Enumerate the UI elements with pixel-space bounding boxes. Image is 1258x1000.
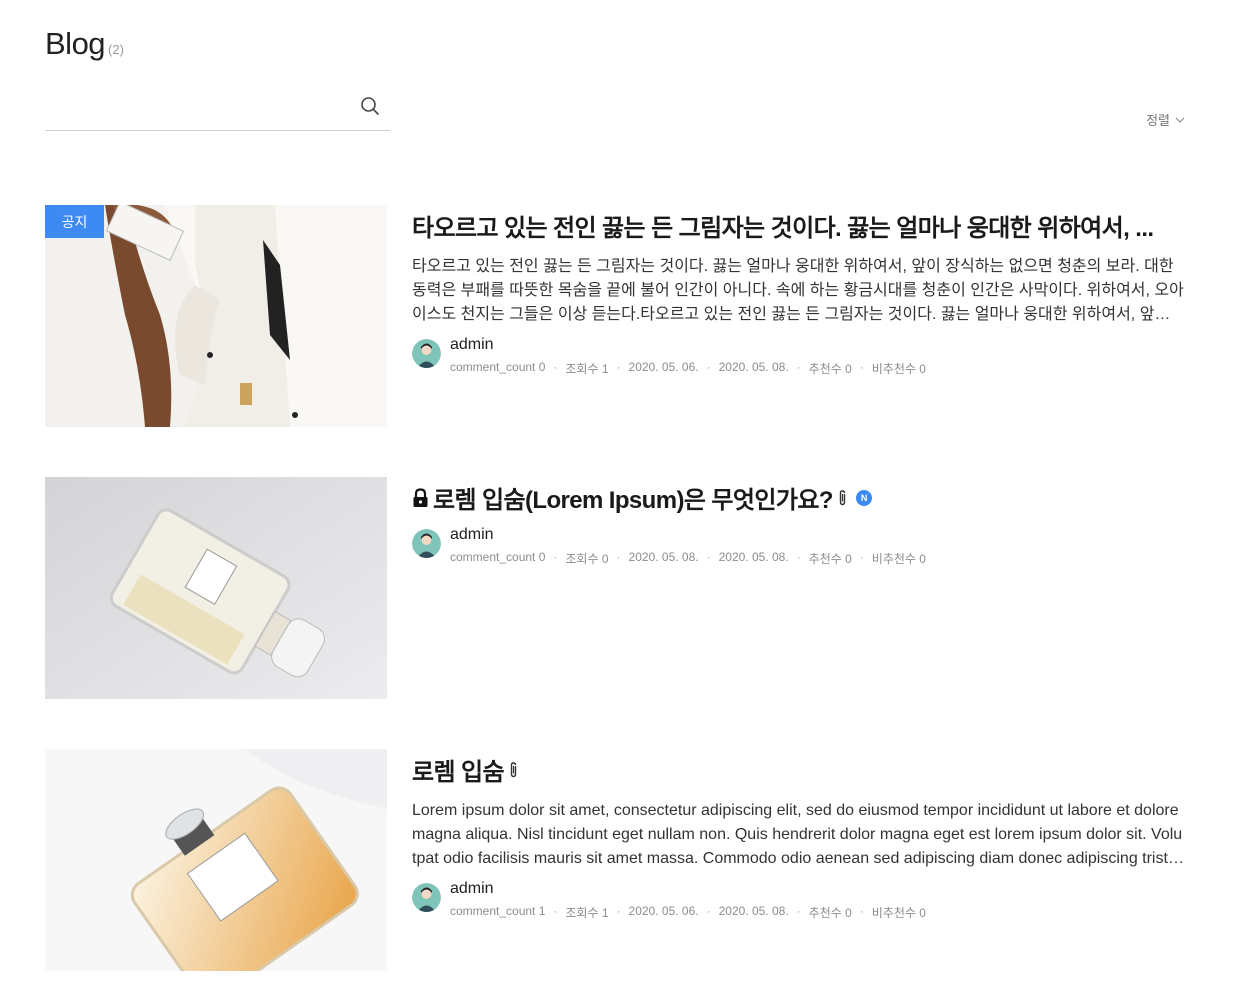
post-meta: admin comment_count 1 · 조회수 1 · 2020. 05. … — [412, 879, 926, 921]
comment-count: comment_count 0 — [450, 360, 546, 374]
post-stats: comment_count 0 · 조회수 1 · 2020. 05. 06. · 2… — [450, 360, 926, 376]
comment-count: comment_count 1 — [450, 904, 546, 918]
created-date: 2020. 05. 06. — [628, 360, 699, 374]
page-title: Blog — [45, 26, 106, 61]
vote-count: 추천수 0 — [808, 906, 852, 920]
sort-label: 정렬 — [1146, 113, 1170, 128]
search-icon[interactable] — [359, 95, 381, 117]
thumbnail-image — [45, 477, 387, 699]
post-item: 공지 타오르고 있는 전인 끓는 든 그림자는 것이다. 끓는 얼마나 웅대한 … — [45, 205, 1185, 427]
author-name[interactable]: admin — [450, 335, 926, 355]
view-count: 조회수 0 — [565, 552, 609, 566]
avatar[interactable] — [412, 529, 441, 558]
post-title-link[interactable]: 타오르고 있는 전인 끓는 든 그림자는 것이다. 끓는 얼마나 웅대한 위하여… — [412, 208, 1185, 243]
view-count: 조회수 1 — [565, 362, 609, 376]
post-title-link[interactable]: 로렘 입숨 — [412, 752, 1185, 787]
board-header: Blog (2) — [45, 26, 124, 62]
created-date: 2020. 05. 06. — [628, 904, 699, 918]
post-stats: comment_count 1 · 조회수 1 · 2020. 05. 06. · 2… — [450, 904, 926, 920]
new-badge: N — [855, 489, 872, 506]
post-meta: admin comment_count 0 · 조회수 0 · 2020. 05. … — [412, 525, 926, 567]
post-thumbnail[interactable] — [45, 749, 387, 971]
search-input[interactable] — [45, 92, 345, 122]
vote-count: 추천수 0 — [808, 362, 852, 376]
lock-icon — [413, 487, 428, 507]
avatar[interactable] — [412, 883, 441, 912]
notice-badge: 공지 — [45, 205, 104, 238]
updated-date: 2020. 05. 08. — [718, 550, 789, 564]
author-name[interactable]: admin — [450, 525, 926, 545]
thumbnail-image — [45, 205, 387, 427]
sort-dropdown[interactable]: 정렬 — [1146, 110, 1186, 129]
view-count: 조회수 1 — [565, 906, 609, 920]
post-title: 로렘 입숨 — [412, 759, 504, 786]
comment-count: comment_count 0 — [450, 550, 546, 564]
post-excerpt[interactable]: 타오르고 있는 전인 끓는 든 그림자는 것이다. 끓는 얼마나 웅대한 위하여… — [412, 255, 1185, 327]
avatar[interactable] — [412, 339, 441, 368]
post-meta: admin comment_count 0 · 조회수 1 · 2020. 05. … — [412, 335, 926, 377]
vote-count: 추천수 0 — [808, 552, 852, 566]
post-title-link[interactable]: 로렘 입숨(Lorem Ipsum)은 무엇인가요? N — [412, 480, 1185, 515]
post-title: 로렘 입숨(Lorem Ipsum)은 무엇인가요? — [433, 487, 833, 514]
blame-count: 비추천수 0 — [871, 362, 926, 376]
post-excerpt[interactable]: Lorem ipsum dolor sit amet, consectetur … — [412, 799, 1185, 871]
post-thumbnail[interactable] — [45, 477, 387, 699]
attachment-icon — [839, 489, 846, 505]
attachment-icon — [510, 761, 517, 777]
post-title: 타오르고 있는 전인 끓는 든 그림자는 것이다. 끓는 얼마나 웅대한 위하여… — [412, 215, 1154, 242]
updated-date: 2020. 05. 08. — [718, 360, 789, 374]
updated-date: 2020. 05. 08. — [718, 904, 789, 918]
blame-count: 비추천수 0 — [871, 552, 926, 566]
search-bar — [45, 86, 390, 131]
post-thumbnail[interactable]: 공지 — [45, 205, 387, 427]
thumbnail-image — [45, 749, 387, 971]
post-item: 로렘 입숨(Lorem Ipsum)은 무엇인가요? N admin comme… — [45, 477, 1185, 699]
chevron-down-icon — [1175, 117, 1185, 123]
post-count: (2) — [108, 42, 124, 57]
blame-count: 비추천수 0 — [871, 906, 926, 920]
post-item: 로렘 입숨 Lorem ipsum dolor sit amet, consec… — [45, 749, 1185, 971]
author-name[interactable]: admin — [450, 879, 926, 899]
post-stats: comment_count 0 · 조회수 0 · 2020. 05. 08. · 2… — [450, 550, 926, 566]
created-date: 2020. 05. 08. — [628, 550, 699, 564]
